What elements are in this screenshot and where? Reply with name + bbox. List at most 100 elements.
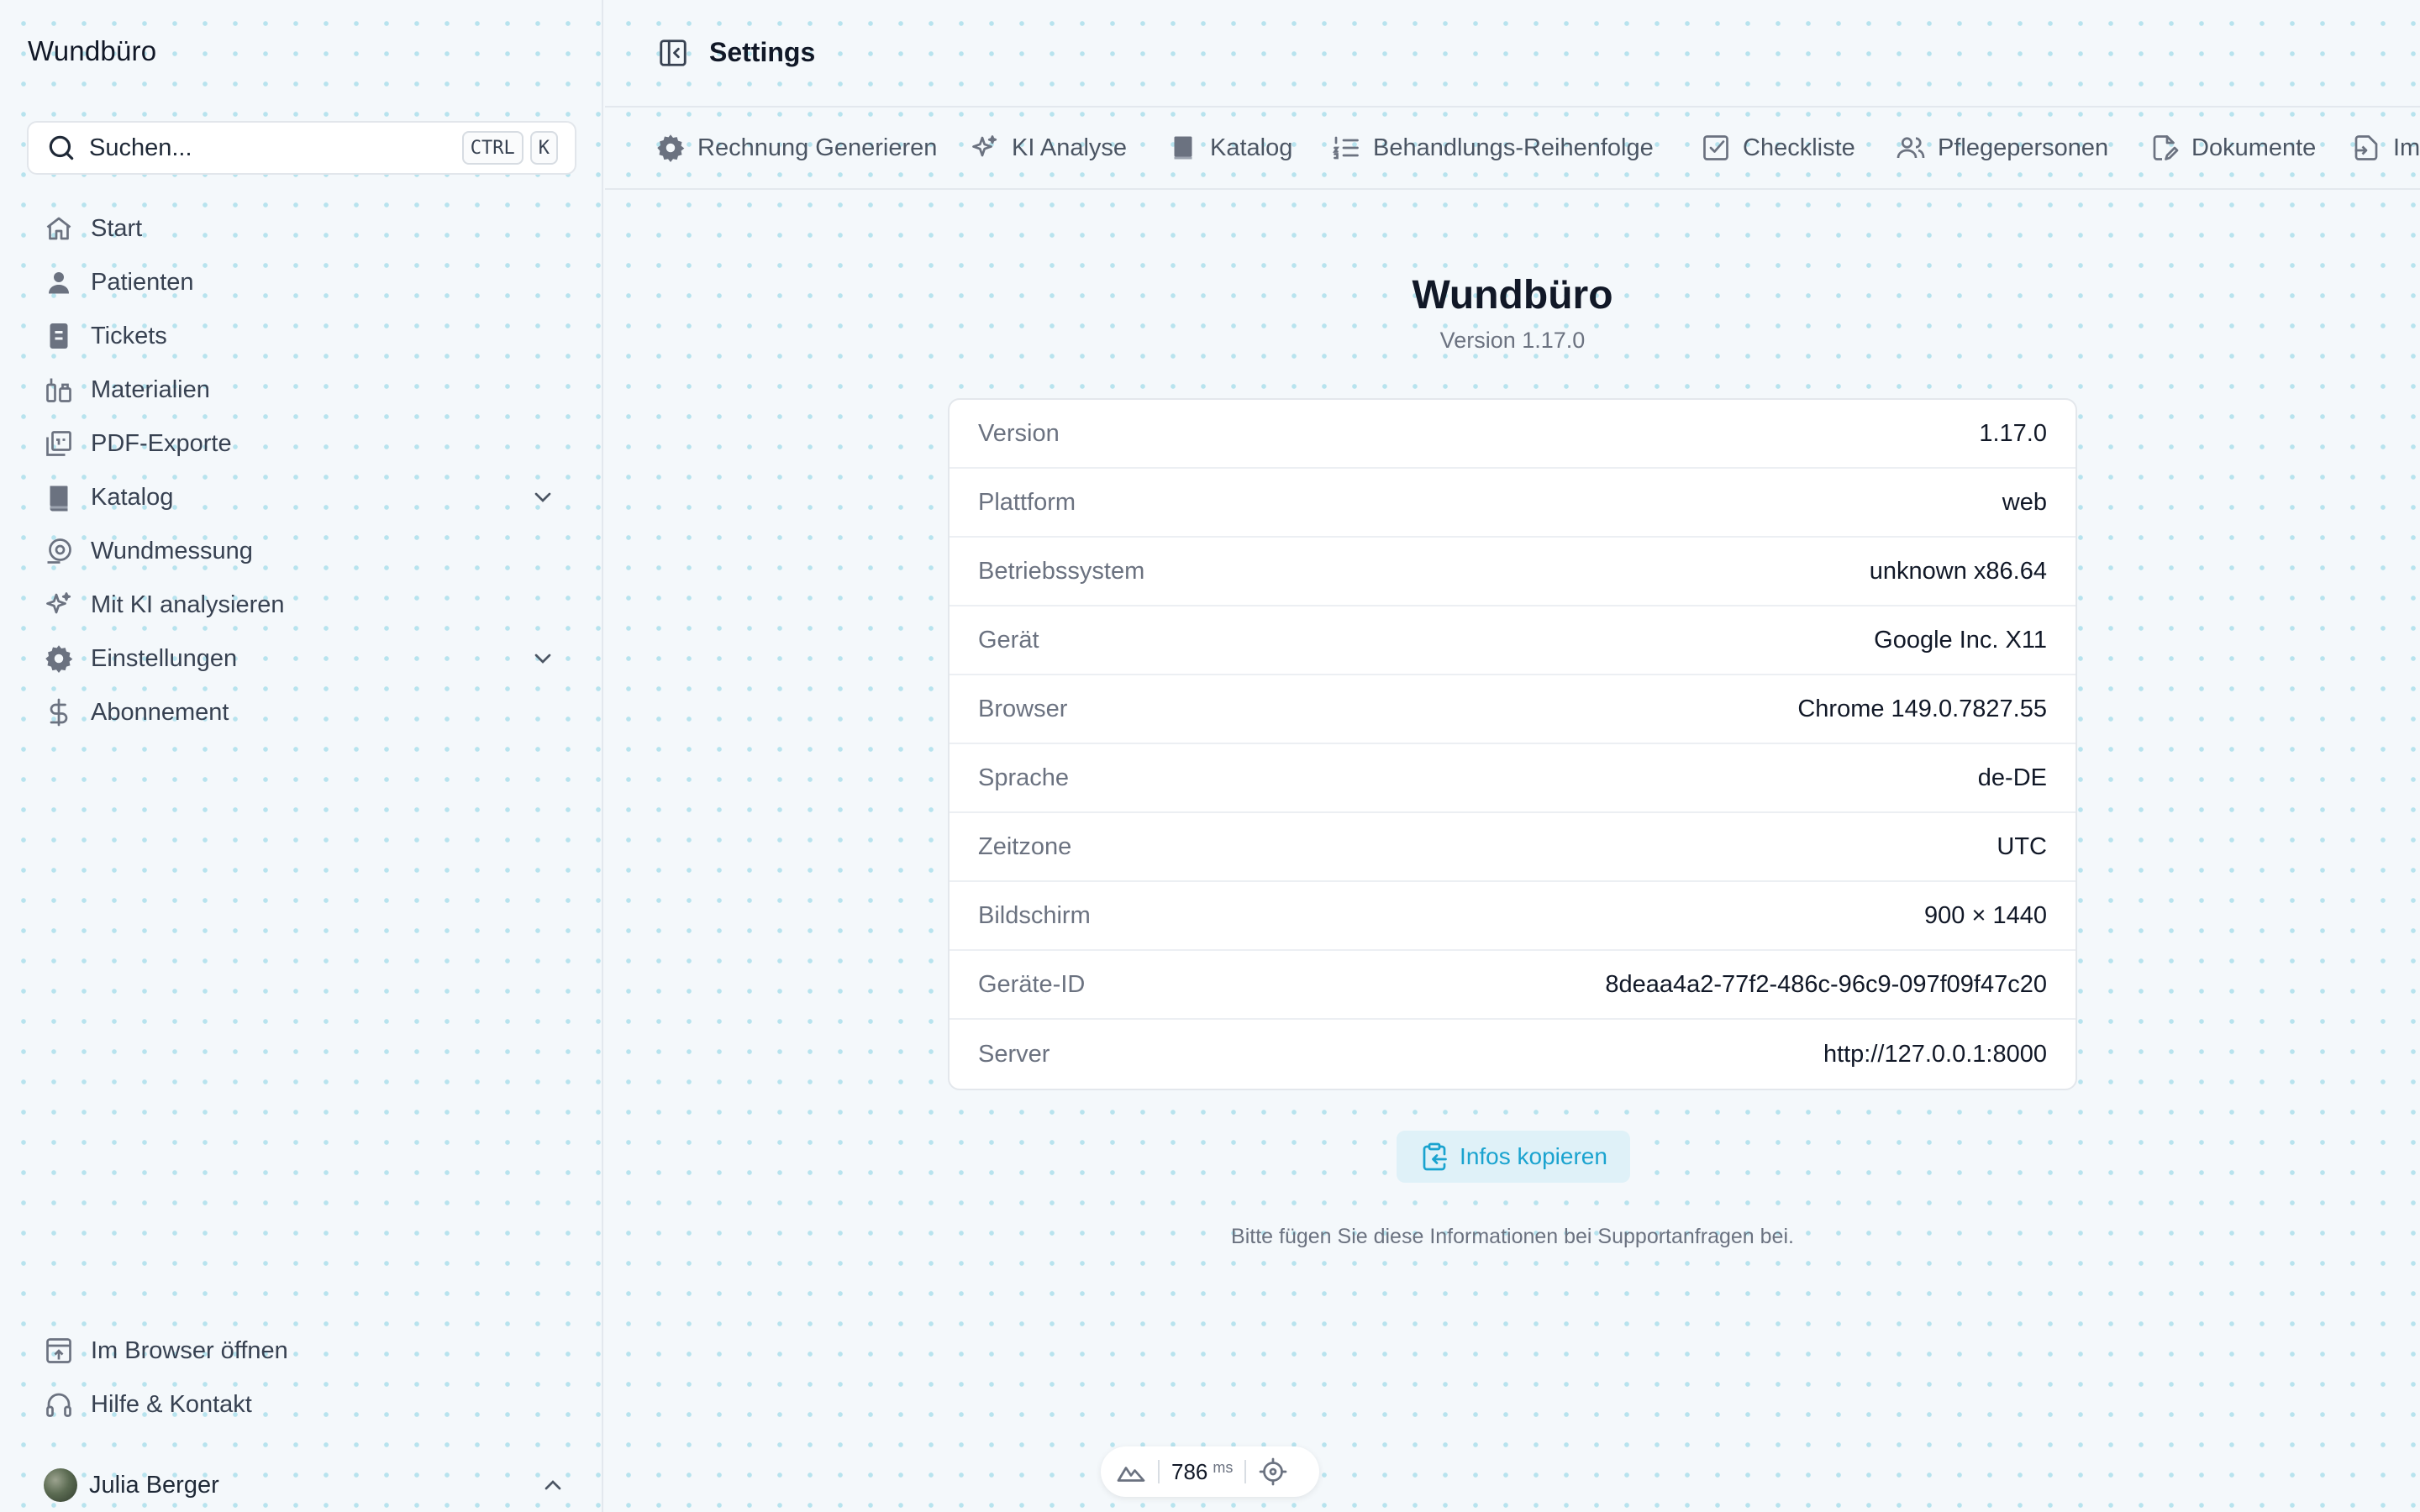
info-row-plattform: Plattform web — [950, 469, 2075, 538]
user-icon — [44, 267, 74, 297]
sidebar-item-tickets[interactable]: Tickets — [27, 309, 576, 363]
tab-katalog[interactable]: Katalog — [1168, 108, 1292, 188]
tab-ki-analyse[interactable]: KI Analyse — [970, 108, 1127, 188]
info-value: Chrome 149.0.7827.55 — [1797, 695, 2047, 722]
latency-value: 786 — [1171, 1458, 1208, 1484]
info-value: 900 × 1440 — [1924, 901, 2047, 929]
sidebar-item-label: Start — [91, 214, 143, 242]
info-row-server: Server http://127.0.0.1:8000 — [950, 1020, 2075, 1089]
info-row-sprache: Sprache de-DE — [950, 744, 2075, 813]
book-icon — [1168, 133, 1198, 163]
sidebar-item-label: Patienten — [91, 268, 194, 296]
sidebar-item-patienten[interactable]: Patienten — [27, 255, 576, 309]
sparkles-icon — [44, 590, 74, 620]
gear-icon — [44, 643, 74, 674]
materials-icon — [44, 375, 74, 405]
search-icon — [45, 132, 77, 164]
sidebar-bottom-nav: Im Browser öffnen Hilfe & Kontakt — [27, 1324, 576, 1431]
tab-checkliste[interactable]: Checkliste — [1701, 108, 1855, 188]
mountains-icon[interactable] — [1116, 1457, 1146, 1487]
sidebar-item-pdf-exporte[interactable]: PDF-Exporte — [27, 417, 576, 470]
info-row-geraet: Gerät Google Inc. X11 — [950, 606, 2075, 675]
sidebar-nav: Start Patienten Tickets Materialien PDF-… — [27, 202, 576, 739]
tab-label: Im — [2393, 134, 2420, 161]
app-name: Wundbüro — [1412, 273, 1613, 318]
tab-label: Checkliste — [1743, 134, 1855, 161]
tab-import[interactable]: Im — [2351, 108, 2420, 188]
sidebar-item-mit-ki-analysieren[interactable]: Mit KI analysieren — [27, 578, 576, 632]
info-row-betriebssystem: Betriebssystem unknown x86.64 — [950, 538, 2075, 606]
divider — [1158, 1460, 1160, 1483]
top-bar: Settings — [605, 0, 2420, 108]
info-value: 8deaa4a2-77f2-486c-96c9-097f09f47c20 — [1605, 970, 2047, 998]
tab-label: KI Analyse — [1012, 134, 1128, 161]
sidebar-item-open-in-browser[interactable]: Im Browser öffnen — [27, 1324, 576, 1378]
sidebar-item-label: Mit KI analysieren — [91, 591, 285, 618]
system-info-table: Version 1.17.0 Plattform web Betriebssys… — [948, 398, 2077, 1090]
support-hint: Bitte fügen Sie diese Informationen bei … — [1231, 1225, 1794, 1248]
info-key: Sprache — [978, 764, 1070, 791]
info-row-zeitzone: Zeitzone UTC — [950, 813, 2075, 882]
sidebar-item-label: Materialien — [91, 375, 210, 403]
copy-info-button[interactable]: Infos kopieren — [1397, 1131, 1630, 1183]
list-ordered-icon — [1331, 133, 1361, 163]
info-value: de-DE — [1977, 764, 2047, 791]
crosshair-icon[interactable] — [1258, 1457, 1288, 1487]
info-value: Google Inc. X11 — [1874, 626, 2047, 654]
sidebar-item-einstellungen[interactable]: Einstellungen — [27, 632, 576, 685]
info-key: Zeitzone — [978, 832, 1072, 860]
sidebar-item-start[interactable]: Start — [27, 202, 576, 255]
divider — [1244, 1460, 1247, 1483]
dollar-icon — [44, 697, 74, 727]
shortcut-key-k: K — [529, 131, 558, 165]
ticket-icon — [44, 321, 74, 351]
info-key: Geräte-ID — [978, 970, 1086, 998]
search-button[interactable]: Suchen... CTRL K — [27, 121, 576, 175]
info-key: Gerät — [978, 626, 1039, 654]
sidebar-item-wundmessung[interactable]: Wundmessung — [27, 524, 576, 578]
tab-dokumente[interactable]: Dokumente — [2149, 108, 2316, 188]
info-key: Version — [978, 419, 1060, 447]
measure-icon — [44, 536, 74, 566]
tab-rechnung-generieren[interactable]: Rechnung Generieren — [655, 108, 937, 188]
sidebar-item-label: Einstellungen — [91, 644, 238, 672]
gear-icon — [655, 133, 686, 163]
sidebar-item-label: Im Browser öffnen — [91, 1336, 288, 1364]
info-value: web — [2002, 488, 2047, 516]
home-icon — [44, 213, 74, 244]
toggle-sidebar-icon[interactable] — [657, 37, 689, 69]
open-browser-icon — [44, 1336, 74, 1366]
chevron-down-icon[interactable] — [529, 645, 556, 672]
tab-pflegepersonen[interactable]: Pflegepersonen — [1896, 108, 2108, 188]
user-menu[interactable]: Julia Berger — [44, 1467, 566, 1504]
copy-info-label: Infos kopieren — [1460, 1143, 1607, 1169]
tab-label: Dokumente — [2191, 134, 2317, 161]
sidebar-item-help-contact[interactable]: Hilfe & Kontakt — [27, 1378, 576, 1431]
app-version: Version 1.17.0 — [1439, 328, 1586, 353]
info-key: Browser — [978, 695, 1068, 722]
sidebar-item-materialien[interactable]: Materialien — [27, 363, 576, 417]
sidebar: Wundbüro Suchen... CTRL K Start Patiente… — [0, 0, 603, 1512]
chevron-down-icon[interactable] — [529, 484, 556, 511]
info-value: http://127.0.0.1:8000 — [1823, 1040, 2047, 1068]
tab-label: Katalog — [1210, 134, 1293, 161]
info-value: UTC — [1996, 832, 2047, 860]
clipboard-copy-icon — [1419, 1142, 1449, 1172]
sidebar-item-label: Hilfe & Kontakt — [91, 1390, 252, 1418]
sidebar-item-abonnement[interactable]: Abonnement — [27, 685, 576, 739]
page-title: Settings — [709, 37, 816, 67]
book-icon — [44, 482, 74, 512]
info-row-geraete-id: Geräte-ID 8deaa4a2-77f2-486c-96c9-097f09… — [950, 951, 2075, 1020]
tab-label: Behandlungs-Reihenfolge — [1373, 134, 1654, 161]
latency-unit: ms — [1213, 1458, 1234, 1476]
sidebar-item-katalog[interactable]: Katalog — [27, 470, 576, 524]
tab-label: Rechnung Generieren — [697, 134, 938, 161]
shortcut-key-ctrl: CTRL — [461, 131, 523, 165]
info-key: Server — [978, 1040, 1050, 1068]
tab-behandlungs-reihenfolge[interactable]: Behandlungs-Reihenfolge — [1331, 108, 1654, 188]
avatar — [44, 1468, 77, 1502]
document-edit-icon — [2149, 133, 2180, 163]
info-key: Betriebssystem — [978, 557, 1145, 585]
app-brand: Wundbüro — [28, 35, 157, 66]
chevron-up-icon — [539, 1472, 566, 1499]
